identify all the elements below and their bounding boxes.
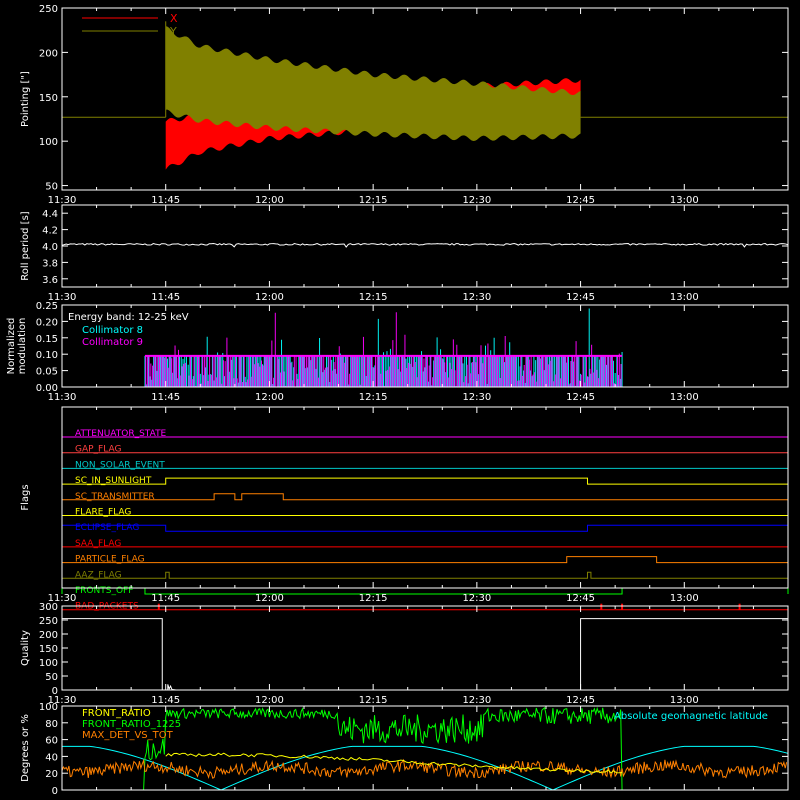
x-tick-label: 12:00 [255, 695, 284, 706]
x-tick-label: 12:00 [255, 392, 284, 403]
y-axis-label: modulation [17, 318, 28, 375]
x-tick-label: 13:00 [670, 392, 699, 403]
x-tick-label: 11:45 [151, 292, 180, 303]
legend-label: Collimator 8 [82, 325, 143, 336]
flag-line [62, 571, 788, 579]
x-tick-label: 11:30 [48, 392, 77, 403]
y-tick-label: 0.10 [36, 350, 58, 361]
x-tick-label: 12:45 [566, 695, 595, 706]
pointing-plot [62, 21, 788, 170]
y-axis-label: Roll period [s] [20, 211, 31, 280]
ratios-legend: FRONT_RATIOFRONT_RATIO_1225MAX_DET_VS_TO… [82, 708, 768, 741]
roll-period-line [61, 242, 789, 248]
x-tick-label: 12:15 [359, 593, 388, 604]
y-tick-label: 250 [39, 4, 58, 15]
y-tick-label: 4.4 [42, 209, 58, 220]
y-tick-label: 4.0 [42, 242, 58, 253]
legend-label: Y [169, 25, 177, 38]
x-axis-4: 11:30 11:45 12:00 12:15 12:30 12:45 13:00 [48, 606, 789, 706]
x-tick-label: 13:00 [670, 195, 699, 206]
x-axis-1: 11:30 11:45 12:00 12:15 12:30 12:45 13:00 [48, 205, 789, 303]
energy-band-annotation: Energy band: 12-25 keV [68, 312, 189, 323]
flag-line [62, 493, 788, 501]
x-tick-label: 12:45 [566, 392, 595, 403]
legend-label: MAX_DET_VS_TOT [82, 730, 174, 741]
x-tick-label: 11:45 [151, 695, 180, 706]
pointing-legend: XY [82, 12, 178, 38]
y-tick-label: 0.05 [36, 367, 58, 378]
x-tick-label: 11:45 [151, 593, 180, 604]
y-axis-label: Normalized [6, 318, 17, 375]
x-tick-label: 13:00 [670, 292, 699, 303]
y-tick-label: 20 [45, 769, 58, 780]
legend-label: Collimator 9 [82, 337, 143, 348]
flag-line [62, 477, 788, 485]
front-ratio-line [165, 752, 623, 774]
y-tick-label: 0.25 [36, 301, 58, 312]
x-tick-label: 12:30 [462, 195, 491, 206]
y-axis-label: Degrees or % [20, 714, 31, 782]
flags-plot: ATTENUATOR_STATEGAP_FLAGNON_SOLAR_EVENTS… [61, 429, 789, 612]
x-tick-label: 12:00 [255, 593, 284, 604]
x-tick-label: 12:30 [462, 392, 491, 403]
x-tick-label: 11:45 [151, 392, 180, 403]
y-axis-label: Quality [20, 630, 31, 666]
x-tick-label: 11:45 [151, 195, 180, 206]
y-tick-label: 40 [45, 752, 58, 763]
x-tick-label: 11:30 [48, 195, 77, 206]
y-tick-label: 100 [39, 702, 58, 713]
y-axis-label: Flags [20, 484, 31, 510]
y-tick-label: 3.8 [42, 258, 58, 269]
x-tick-label: 12:15 [359, 392, 388, 403]
legend-label: X [170, 12, 178, 25]
x-tick-label: 13:00 [670, 695, 699, 706]
x-tick-label: 12:00 [255, 292, 284, 303]
y-axis-1: 3.6 3.8 4.0 4.2 4.4 [42, 209, 788, 286]
y-tick-label: 200 [39, 630, 58, 641]
x-tick-label: 12:30 [462, 593, 491, 604]
rhessi-monitor-figure: 50100150200250XY11:30 11:45 12:00 12:15 12:3… [6, 4, 789, 797]
y-tick-label: 0.15 [36, 334, 58, 345]
x-tick-label: 12:45 [566, 195, 595, 206]
flag-line [62, 556, 788, 564]
panel-frame-1 [61, 204, 789, 288]
y-tick-label: 0 [52, 786, 58, 797]
x-tick-label: 13:00 [670, 593, 699, 604]
x-tick-label: 12:00 [255, 195, 284, 206]
y-tick-label: 200 [39, 48, 58, 59]
legend-label: FRONT_RATIO [82, 708, 151, 719]
legend-label: Absolute geomagnetic latitude [614, 711, 768, 722]
panel-frame-3 [61, 406, 789, 589]
y-tick-label: 100 [39, 137, 58, 148]
x-tick-label: 12:45 [566, 292, 595, 303]
x-tick-label: 12:30 [462, 695, 491, 706]
modulation-legend: Energy band: 12-25 keV Collimator 8Collim… [68, 312, 189, 348]
y-tick-label: 80 [45, 719, 58, 730]
x-tick-label: 12:15 [359, 195, 388, 206]
flag-line [61, 524, 789, 532]
y-tick-label: 150 [39, 93, 58, 104]
y-tick-label: 3.6 [42, 275, 58, 286]
y-tick-label: 100 [39, 658, 58, 669]
y-axis-4: 050100150200250300 [39, 602, 788, 697]
y-tick-label: 0.20 [36, 317, 58, 328]
y-tick-label: 300 [39, 602, 58, 613]
y-axis-label: Pointing ["] [20, 71, 31, 127]
x-tick-label: 12:15 [359, 292, 388, 303]
legend-label: FRONT_RATIO_1225 [82, 719, 181, 730]
x-tick-label: 12:30 [462, 292, 491, 303]
x-tick-label: 12:15 [359, 695, 388, 706]
y-tick-label: 4.2 [42, 226, 58, 237]
y-tick-label: 50 [45, 182, 58, 193]
y-tick-label: 50 [45, 672, 58, 683]
quality-line [62, 618, 788, 691]
y-tick-label: 250 [39, 616, 58, 627]
y-tick-label: 150 [39, 644, 58, 655]
x-tick-label: 12:45 [566, 593, 595, 604]
y-tick-label: 60 [45, 736, 58, 747]
